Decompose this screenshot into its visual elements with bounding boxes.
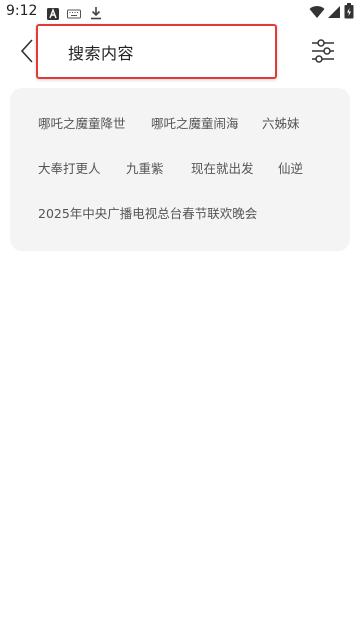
history-item[interactable]: 现在就出发 bbox=[191, 158, 254, 177]
history-item[interactable]: 仙逆 bbox=[278, 158, 303, 177]
wifi-icon bbox=[309, 4, 325, 19]
history-item[interactable]: 哪吒之魔童闹海 bbox=[151, 113, 239, 132]
history-item[interactable]: 九重紫 bbox=[126, 158, 164, 177]
search-input[interactable]: 搜索内容 bbox=[36, 24, 277, 79]
status-bar: 9:12 bbox=[0, 0, 360, 24]
search-history-panel: 哪吒之魔童降世 哪吒之魔童闹海 六姊妹 大奉打更人 九重紫 现在就出发 仙逆 2… bbox=[10, 88, 350, 251]
battery-icon bbox=[344, 3, 358, 19]
download-icon bbox=[89, 5, 103, 20]
font-icon bbox=[47, 5, 61, 20]
history-item[interactable]: 哪吒之魔童降世 bbox=[38, 113, 126, 132]
history-item[interactable]: 2025年中央广播电视总台春节联欢晚会 bbox=[38, 203, 257, 222]
search-input-value: 搜索内容 bbox=[68, 44, 135, 63]
sliders-icon bbox=[310, 39, 336, 68]
status-time: 9:12 bbox=[6, 3, 38, 19]
history-item[interactable]: 大奉打更人 bbox=[38, 158, 101, 177]
search-header: 搜索内容 bbox=[0, 24, 360, 84]
history-item[interactable]: 六姊妹 bbox=[262, 113, 300, 132]
signal-icon bbox=[327, 4, 341, 18]
keyboard-icon bbox=[67, 5, 81, 19]
filter-button[interactable] bbox=[310, 38, 336, 64]
